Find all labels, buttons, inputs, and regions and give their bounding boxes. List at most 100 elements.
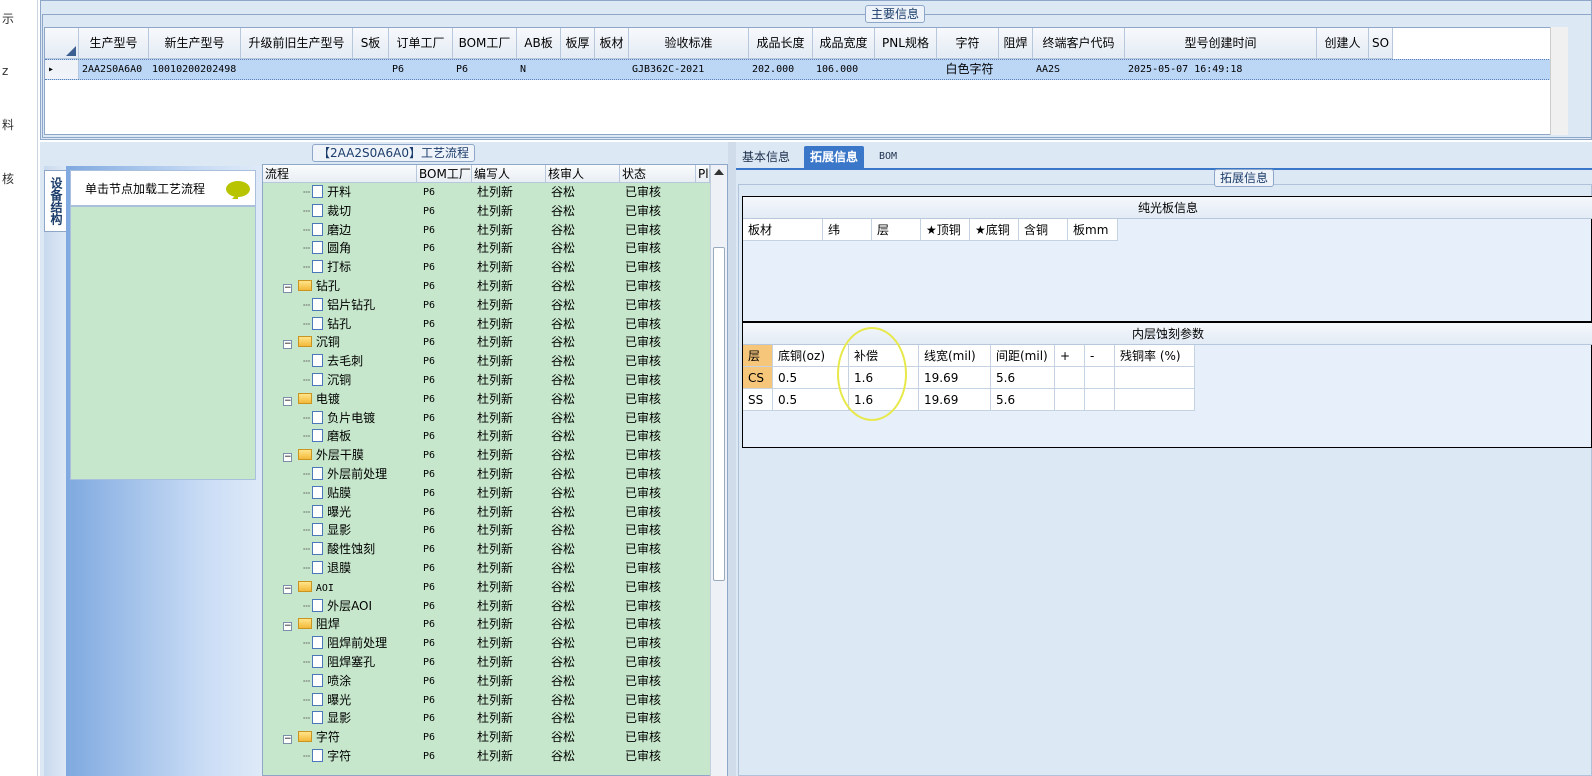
col-header[interactable]: 创建人 [1317,28,1369,59]
tree-row[interactable]: ┄ 裁切 P6 杜列新 谷松 已审核 [263,202,709,221]
col-header[interactable]: 终端客户代码 [1033,28,1125,59]
table-cell[interactable]: CS [743,367,773,389]
col-header[interactable]: 新生产型号 [149,28,241,59]
tree-node[interactable]: ┄ 外层前处理 [303,465,387,484]
tree-row[interactable]: ┄ 磨边 P6 杜列新 谷松 已审核 [263,221,709,240]
tree-node[interactable]: − 阻焊 [283,615,340,634]
tree-node[interactable]: ┄ 沉铜 [303,371,351,390]
tree-row[interactable]: ┄ 外层前处理 P6 杜列新 谷松 已审核 [263,465,709,484]
tree-row[interactable]: ┄ 圆角 P6 杜列新 谷松 已审核 [263,239,709,258]
tree-node[interactable]: ┄ 显影 [303,521,351,540]
table-cell[interactable]: SS [743,389,773,411]
tree-row[interactable]: ┄ 磨板 P6 杜列新 谷松 已审核 [263,427,709,446]
collapse-icon[interactable]: − [283,735,292,745]
col-header[interactable]: 板材 [595,28,629,59]
tree-node[interactable]: ┄ 退膜 [303,559,351,578]
col-header[interactable]: 成品长度 [749,28,813,59]
tab-ext-info[interactable]: 拓展信息 [804,146,865,168]
tree-row[interactable]: − AOI P6 杜列新 谷松 已审核 [263,578,709,597]
tree-node[interactable]: − 电镀 [283,390,340,409]
tree-node[interactable]: ┄ 铝片钻孔 [303,296,375,315]
left-strip-label[interactable]: 料 [2,116,14,133]
tree-row[interactable]: ┄ 阻焊塞孔 P6 杜列新 谷松 已审核 [263,653,709,672]
tree-row[interactable]: ┄ 曝光 P6 杜列新 谷松 已审核 [263,691,709,710]
main-grid-scrollbar[interactable] [1550,27,1568,135]
left-strip-label[interactable]: z [2,64,8,78]
col-header[interactable]: 订单工厂 [389,28,453,59]
tree-node[interactable]: ┄ 圆角 [303,239,351,258]
tab-basic-info[interactable]: 基本信息 [736,146,796,168]
col-header[interactable]: 板厚 [561,28,595,59]
tree-row[interactable]: ┄ 显影 P6 杜列新 谷松 已审核 [263,521,709,540]
tree-row[interactable]: ┄ 字符 P6 杜列新 谷松 已审核 [263,747,709,766]
tree-node[interactable]: ┄ 显影 [303,709,351,728]
table-cell[interactable]: 5.6 [991,367,1055,389]
tree-node[interactable]: ┄ 阻焊塞孔 [303,653,375,672]
tree-node[interactable]: ┄ 曝光 [303,503,351,522]
table-cell[interactable]: 19.69 [919,367,991,389]
tree-node[interactable]: ┄ 阻焊前处理 [303,634,387,653]
tree-row[interactable]: − 钻孔 P6 杜列新 谷松 已审核 [263,277,709,296]
tree-node[interactable]: − AOI [283,578,334,598]
tree-node[interactable]: ┄ 外层AOI [303,597,372,616]
table-cell[interactable] [1115,389,1195,411]
tree-row[interactable]: − 字符 P6 杜列新 谷松 已审核 [263,728,709,747]
table-row[interactable]: ▸ 2AA2S0A6A0 10010200202498 P6 P6 N GJB362C-2… [45,59,1553,80]
tree-row[interactable]: ┄ 酸性蚀刻 P6 杜列新 谷松 已审核 [263,540,709,559]
table-cell[interactable]: 5.6 [991,389,1055,411]
col-header[interactable]: PNL规格 [875,28,937,59]
col-header[interactable]: 型号创建时间 [1125,28,1317,59]
tree-node[interactable]: ┄ 裁切 [303,202,351,221]
col-header-reviewer[interactable]: 核审人 [546,165,620,183]
tree-node[interactable]: − 外层干膜 [283,446,364,465]
tree-row[interactable]: − 阻焊 P6 杜列新 谷松 已审核 [263,615,709,634]
tab-device-structure[interactable]: 设备结构 [44,170,66,232]
tab-bom[interactable]: BOM [873,146,903,168]
tree-row[interactable]: ┄ 沉铜 P6 杜列新 谷松 已审核 [263,371,709,390]
tree-node[interactable]: − 钻孔 [283,277,340,296]
tree-row[interactable]: ┄ 外层AOI P6 杜列新 谷松 已审核 [263,597,709,616]
col-header[interactable]: 验收标准 [629,28,749,59]
scroll-up-icon[interactable] [714,169,724,175]
scroll-thumb[interactable] [713,247,725,581]
process-tree[interactable]: 流程 BOM工厂 编写人 核审人 状态 Pl ┄ 开料 P6 杜列新 谷松 已审核 ┄ 裁… [262,164,728,776]
collapse-icon[interactable]: − [283,284,292,293]
col-header-writer[interactable]: 编写人 [472,165,546,183]
tree-node[interactable]: − 沉铜 [283,333,340,352]
col-header[interactable]: SO [1369,28,1393,59]
tree-row[interactable]: ┄ 退膜 P6 杜列新 谷松 已审核 [263,559,709,578]
tree-node[interactable]: ┄ 开料 [303,183,351,202]
left-strip-label[interactable]: 核 [2,170,14,187]
panel-splitter[interactable] [728,142,736,776]
table-cell[interactable]: 19.69 [919,389,991,411]
tree-node[interactable]: ┄ 字符 [303,747,351,766]
tree-row[interactable]: − 电镀 P6 杜列新 谷松 已审核 [263,390,709,409]
col-header-status[interactable]: 状态 [620,165,696,183]
table-cell[interactable] [1115,367,1195,389]
main-info-grid[interactable]: 生产型号 新生产型号 升级前旧生产型号 S板 订单工厂 BOM工厂 AB板 板厚 板材 验收标准成… [44,27,1553,135]
tree-node[interactable]: ┄ 喷涂 [303,672,351,691]
tree-row[interactable]: − 沉铜 P6 杜列新 谷松 已审核 [263,333,709,352]
collapse-icon[interactable]: − [283,453,292,463]
left-strip-label[interactable]: 示 [2,10,14,27]
tree-row[interactable]: ┄ 铝片钻孔 P6 杜列新 谷松 已审核 [263,296,709,315]
table-cell[interactable] [1085,367,1115,389]
tree-node[interactable]: ┄ 磨边 [303,221,351,240]
tree-node[interactable]: ┄ 打标 [303,258,351,277]
tree-row[interactable]: ┄ 阻焊前处理 P6 杜列新 谷松 已审核 [263,634,709,653]
tree-row[interactable]: ┄ 贴膜 P6 杜列新 谷松 已审核 [263,484,709,503]
col-header[interactable]: 生产型号 [79,28,149,59]
tree-row[interactable]: ┄ 显影 P6 杜列新 谷松 已审核 [263,709,709,728]
tree-node[interactable]: ┄ 负片电镀 [303,409,375,428]
tree-node[interactable]: ┄ 贴膜 [303,484,351,503]
collapse-icon[interactable]: − [283,584,292,594]
tree-row[interactable]: ┄ 曝光 P6 杜列新 谷松 已审核 [263,503,709,522]
col-header[interactable]: 成品宽度 [813,28,875,59]
collapse-icon[interactable]: − [283,396,292,406]
tree-row[interactable]: ┄ 负片电镀 P6 杜列新 谷松 已审核 [263,409,709,428]
tree-node[interactable]: − 字符 [283,728,340,747]
col-header[interactable]: AB板 [517,28,561,59]
tree-scrollbar[interactable] [710,165,727,776]
tree-row[interactable]: − 外层干膜 P6 杜列新 谷松 已审核 [263,446,709,465]
col-header-pl[interactable]: Pl [696,165,710,183]
